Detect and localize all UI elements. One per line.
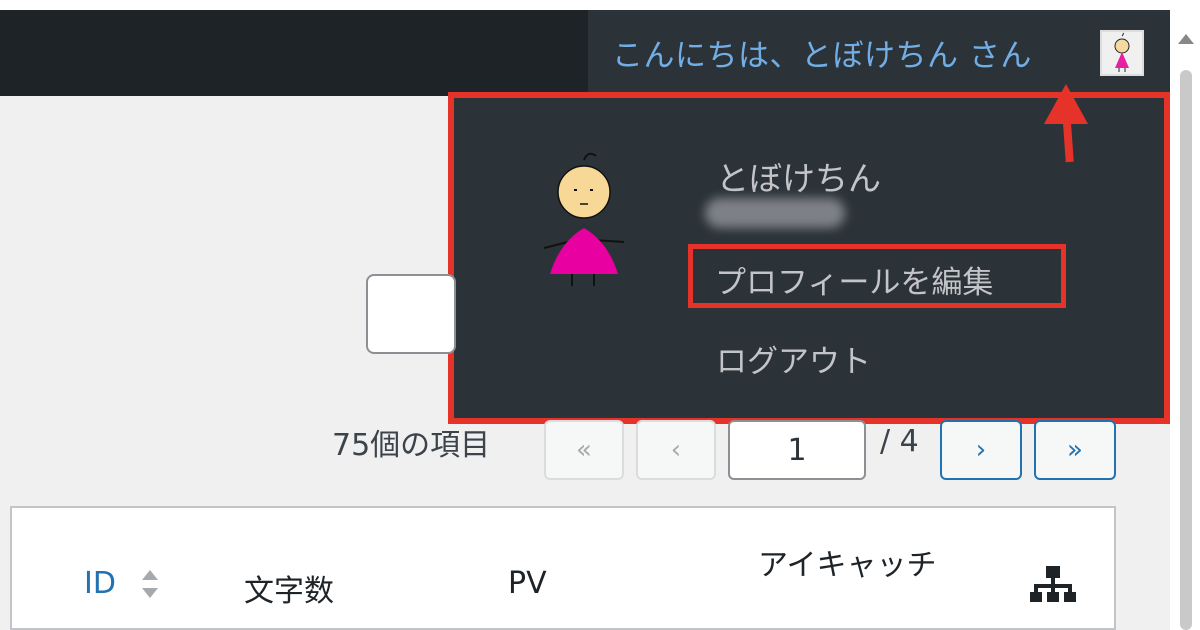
next-page-button[interactable]: › [940,420,1022,480]
column-header-chars: 文字数 [244,574,334,609]
column-header-id[interactable]: ID [84,566,116,601]
column-header-eyecatch: アイキャッチ [758,548,937,583]
scroll-up-arrow-icon[interactable] [1178,34,1194,44]
user-avatar-icon [1114,32,1130,72]
sort-icon[interactable] [138,562,162,606]
profile-avatar[interactable] [540,150,630,290]
current-page-input[interactable] [728,420,866,480]
total-pages: / 4 [880,424,919,459]
item-count: 75個の項目 [332,428,491,463]
edit-profile-link[interactable]: プロフィールを編集 [688,244,1066,308]
window-top-edge [0,0,1200,10]
profile-display-name[interactable]: とぼけちん [716,152,881,200]
edit-profile-label[interactable]: プロフィールを編集 [715,257,993,302]
last-page-button[interactable]: » [1034,420,1116,480]
redacted-username [705,198,845,228]
column-header-pv: PV [508,566,547,601]
greeting-text[interactable]: こんにちは、とぼけちん さん [612,30,1032,75]
search-input[interactable] [366,274,456,354]
sitemap-icon [1030,566,1076,602]
logout-link[interactable]: ログアウト [716,336,871,381]
prev-page-button: ‹ [636,420,716,480]
scrollbar-thumb[interactable] [1180,70,1192,630]
annotation-arrow-head-icon [1044,84,1088,124]
first-page-button: « [544,420,624,480]
avatar[interactable] [1100,30,1144,76]
user-avatar-icon [543,152,625,286]
